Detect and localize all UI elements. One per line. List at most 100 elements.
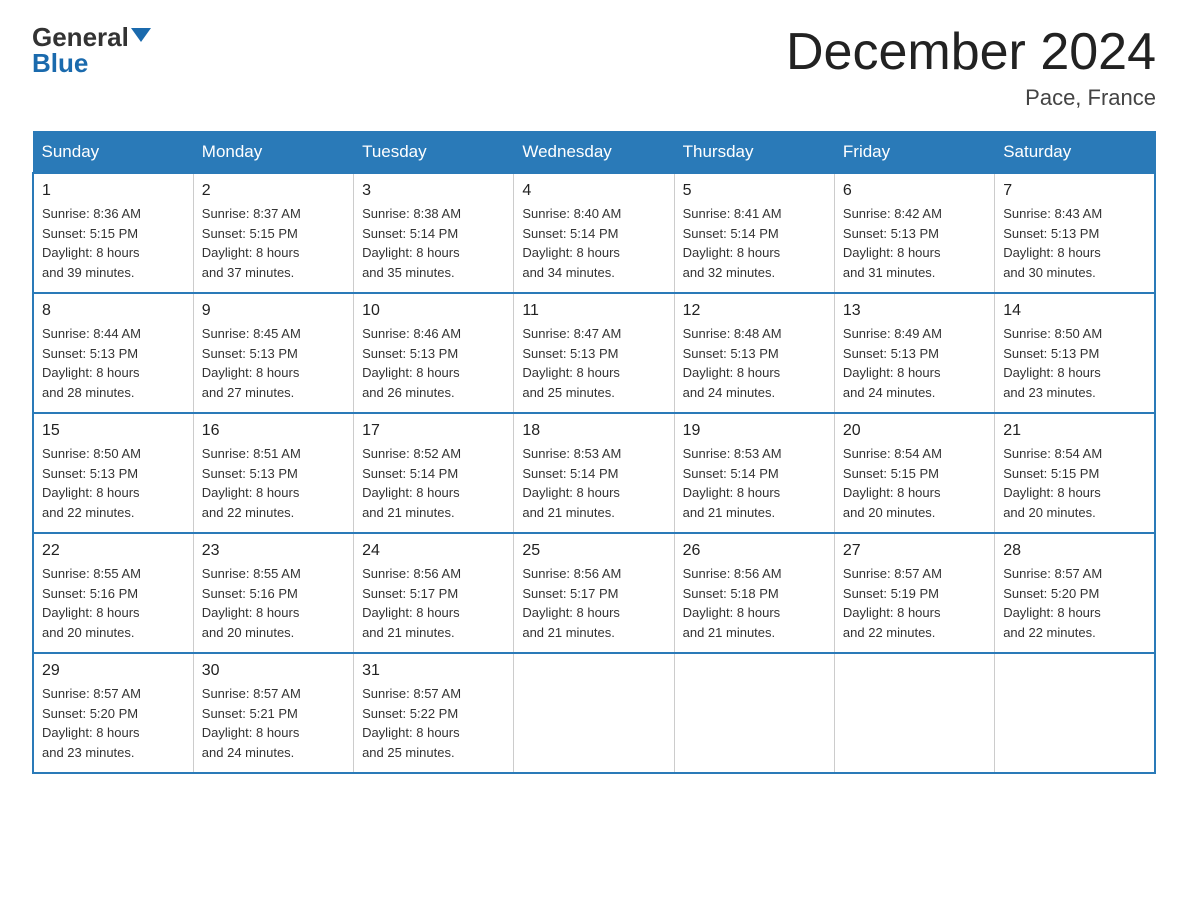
calendar-day-cell <box>514 653 674 773</box>
day-headers-row: SundayMondayTuesdayWednesdayThursdayFrid… <box>33 132 1155 174</box>
title-area: December 2024 Pace, France <box>786 24 1156 111</box>
day-info: Sunrise: 8:43 AMSunset: 5:13 PMDaylight:… <box>1003 204 1146 282</box>
calendar-header: SundayMondayTuesdayWednesdayThursdayFrid… <box>33 132 1155 174</box>
calendar-day-cell: 21 Sunrise: 8:54 AMSunset: 5:15 PMDayligh… <box>995 413 1155 533</box>
calendar-day-cell: 6Sunrise: 8:42 AMSunset: 5:13 PMDaylight… <box>834 173 994 293</box>
day-number: 21 <box>1003 422 1146 440</box>
day-header-friday: Friday <box>834 132 994 174</box>
day-number: 27 <box>843 542 986 560</box>
day-info: Sunrise: 8:55 AMSunset: 5:16 PMDaylight:… <box>202 564 345 642</box>
day-number: 15 <box>42 422 185 440</box>
logo-blue-text: Blue <box>32 50 88 76</box>
page-header: General Blue December 2024 Pace, France <box>32 24 1156 111</box>
day-header-sunday: Sunday <box>33 132 193 174</box>
day-number: 14 <box>1003 302 1146 320</box>
calendar-day-cell: 12 Sunrise: 8:48 AMSunset: 5:13 PMDayligh… <box>674 293 834 413</box>
day-info: Sunrise: 8:47 AMSunset: 5:13 PMDaylight:… <box>522 324 665 402</box>
day-number: 3 <box>362 182 505 200</box>
calendar-day-cell: 5Sunrise: 8:41 AMSunset: 5:14 PMDaylight… <box>674 173 834 293</box>
day-info: Sunrise: 8:50 AMSunset: 5:13 PMDaylight:… <box>42 444 185 522</box>
day-number: 30 <box>202 662 345 680</box>
day-header-wednesday: Wednesday <box>514 132 674 174</box>
calendar-day-cell: 11Sunrise: 8:47 AMSunset: 5:13 PMDayligh… <box>514 293 674 413</box>
day-info: Sunrise: 8:37 AMSunset: 5:15 PMDaylight:… <box>202 204 345 282</box>
day-info: Sunrise: 8:55 AMSunset: 5:16 PMDaylight:… <box>42 564 185 642</box>
calendar-day-cell: 9 Sunrise: 8:45 AMSunset: 5:13 PMDaylight… <box>193 293 353 413</box>
calendar-day-cell: 1 Sunrise: 8:36 AMSunset: 5:15 PMDaylight… <box>33 173 193 293</box>
calendar-day-cell: 31 Sunrise: 8:57 AMSunset: 5:22 PMDayligh… <box>354 653 514 773</box>
day-info: Sunrise: 8:38 AMSunset: 5:14 PMDaylight:… <box>362 204 505 282</box>
day-info: Sunrise: 8:53 AMSunset: 5:14 PMDaylight:… <box>683 444 826 522</box>
calendar-day-cell: 25 Sunrise: 8:56 AMSunset: 5:17 PMDayligh… <box>514 533 674 653</box>
calendar-day-cell: 14 Sunrise: 8:50 AMSunset: 5:13 PMDayligh… <box>995 293 1155 413</box>
day-number: 8 <box>42 302 185 320</box>
day-number: 5 <box>683 182 826 200</box>
day-info: Sunrise: 8:57 AMSunset: 5:22 PMDaylight:… <box>362 684 505 762</box>
day-number: 16 <box>202 422 345 440</box>
day-info: Sunrise: 8:45 AMSunset: 5:13 PMDaylight:… <box>202 324 345 402</box>
calendar-day-cell: 17Sunrise: 8:52 AMSunset: 5:14 PMDayligh… <box>354 413 514 533</box>
calendar-day-cell: 24 Sunrise: 8:56 AMSunset: 5:17 PMDayligh… <box>354 533 514 653</box>
calendar-table: SundayMondayTuesdayWednesdayThursdayFrid… <box>32 131 1156 774</box>
calendar-day-cell: 26Sunrise: 8:56 AMSunset: 5:18 PMDayligh… <box>674 533 834 653</box>
day-number: 29 <box>42 662 185 680</box>
day-number: 12 <box>683 302 826 320</box>
day-number: 25 <box>522 542 665 560</box>
day-header-monday: Monday <box>193 132 353 174</box>
day-info: Sunrise: 8:56 AMSunset: 5:18 PMDaylight:… <box>683 564 826 642</box>
calendar-day-cell: 13 Sunrise: 8:49 AMSunset: 5:13 PMDayligh… <box>834 293 994 413</box>
calendar-day-cell: 19 Sunrise: 8:53 AMSunset: 5:14 PMDayligh… <box>674 413 834 533</box>
day-info: Sunrise: 8:57 AMSunset: 5:20 PMDaylight:… <box>1003 564 1146 642</box>
day-info: Sunrise: 8:57 AMSunset: 5:19 PMDaylight:… <box>843 564 986 642</box>
day-number: 10 <box>362 302 505 320</box>
day-info: Sunrise: 8:40 AMSunset: 5:14 PMDaylight:… <box>522 204 665 282</box>
day-info: Sunrise: 8:53 AMSunset: 5:14 PMDaylight:… <box>522 444 665 522</box>
day-number: 13 <box>843 302 986 320</box>
calendar-day-cell: 29 Sunrise: 8:57 AMSunset: 5:20 PMDayligh… <box>33 653 193 773</box>
calendar-day-cell: 22Sunrise: 8:55 AMSunset: 5:16 PMDayligh… <box>33 533 193 653</box>
calendar-day-cell: 28 Sunrise: 8:57 AMSunset: 5:20 PMDayligh… <box>995 533 1155 653</box>
day-info: Sunrise: 8:48 AMSunset: 5:13 PMDaylight:… <box>683 324 826 402</box>
day-number: 28 <box>1003 542 1146 560</box>
calendar-body: 1 Sunrise: 8:36 AMSunset: 5:15 PMDaylight… <box>33 173 1155 773</box>
day-header-thursday: Thursday <box>674 132 834 174</box>
calendar-day-cell <box>674 653 834 773</box>
day-info: Sunrise: 8:56 AMSunset: 5:17 PMDaylight:… <box>362 564 505 642</box>
location: Pace, France <box>786 85 1156 111</box>
day-info: Sunrise: 8:57 AMSunset: 5:21 PMDaylight:… <box>202 684 345 762</box>
calendar-day-cell: 27 Sunrise: 8:57 AMSunset: 5:19 PMDayligh… <box>834 533 994 653</box>
day-number: 6 <box>843 182 986 200</box>
calendar-week-row: 29 Sunrise: 8:57 AMSunset: 5:20 PMDayligh… <box>33 653 1155 773</box>
calendar-day-cell: 15 Sunrise: 8:50 AMSunset: 5:13 PMDayligh… <box>33 413 193 533</box>
calendar-day-cell: 20 Sunrise: 8:54 AMSunset: 5:15 PMDayligh… <box>834 413 994 533</box>
day-number: 7 <box>1003 182 1146 200</box>
day-info: Sunrise: 8:49 AMSunset: 5:13 PMDaylight:… <box>843 324 986 402</box>
day-info: Sunrise: 8:54 AMSunset: 5:15 PMDaylight:… <box>1003 444 1146 522</box>
day-info: Sunrise: 8:46 AMSunset: 5:13 PMDaylight:… <box>362 324 505 402</box>
day-number: 19 <box>683 422 826 440</box>
day-number: 4 <box>522 182 665 200</box>
calendar-day-cell: 18Sunrise: 8:53 AMSunset: 5:14 PMDayligh… <box>514 413 674 533</box>
calendar-day-cell: 8Sunrise: 8:44 AMSunset: 5:13 PMDaylight… <box>33 293 193 413</box>
calendar-week-row: 1 Sunrise: 8:36 AMSunset: 5:15 PMDaylight… <box>33 173 1155 293</box>
day-info: Sunrise: 8:36 AMSunset: 5:15 PMDaylight:… <box>42 204 185 282</box>
day-info: Sunrise: 8:54 AMSunset: 5:15 PMDaylight:… <box>843 444 986 522</box>
calendar-day-cell: 30 Sunrise: 8:57 AMSunset: 5:21 PMDayligh… <box>193 653 353 773</box>
day-header-saturday: Saturday <box>995 132 1155 174</box>
calendar-day-cell: 10 Sunrise: 8:46 AMSunset: 5:13 PMDayligh… <box>354 293 514 413</box>
calendar-day-cell: 2 Sunrise: 8:37 AMSunset: 5:15 PMDaylight… <box>193 173 353 293</box>
calendar-week-row: 8Sunrise: 8:44 AMSunset: 5:13 PMDaylight… <box>33 293 1155 413</box>
calendar-day-cell: 7 Sunrise: 8:43 AMSunset: 5:13 PMDaylight… <box>995 173 1155 293</box>
day-number: 31 <box>362 662 505 680</box>
day-number: 2 <box>202 182 345 200</box>
logo-general-text: General <box>32 24 129 50</box>
day-number: 9 <box>202 302 345 320</box>
day-info: Sunrise: 8:57 AMSunset: 5:20 PMDaylight:… <box>42 684 185 762</box>
day-info: Sunrise: 8:51 AMSunset: 5:13 PMDaylight:… <box>202 444 345 522</box>
calendar-day-cell: 3 Sunrise: 8:38 AMSunset: 5:14 PMDaylight… <box>354 173 514 293</box>
day-info: Sunrise: 8:50 AMSunset: 5:13 PMDaylight:… <box>1003 324 1146 402</box>
day-number: 24 <box>362 542 505 560</box>
day-number: 1 <box>42 182 185 200</box>
day-number: 20 <box>843 422 986 440</box>
day-info: Sunrise: 8:56 AMSunset: 5:17 PMDaylight:… <box>522 564 665 642</box>
